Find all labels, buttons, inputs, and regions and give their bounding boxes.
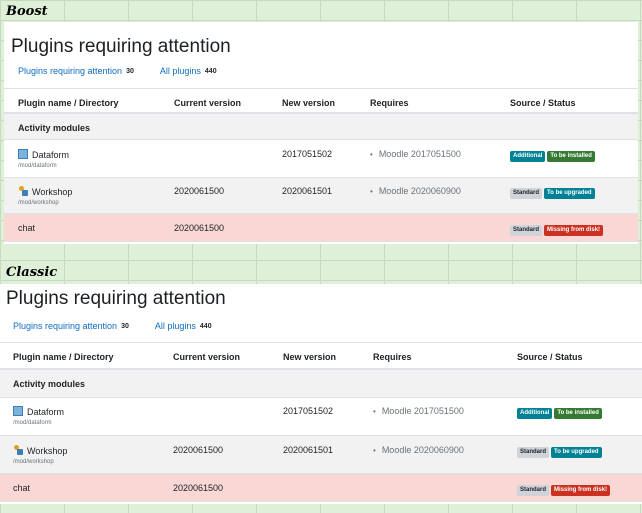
plugin-name: chat [13, 483, 31, 493]
nav-plugins-requiring-attention[interactable]: Plugins requiring attention [18, 66, 122, 76]
current-version: 2020061500 [174, 186, 225, 196]
status-badge: To be upgraded [544, 188, 595, 199]
table-row: Dataform /mod/dataform 2017051502 Moodle… [0, 398, 642, 436]
source-badge: Standard [510, 188, 543, 199]
section-label-boost: Boost [6, 4, 48, 19]
current-version: 2020061500 [173, 445, 224, 455]
col-requires[interactable]: Requires [373, 352, 412, 362]
col-plugin-name[interactable]: Plugin name / Directory [13, 352, 114, 362]
source-badge: Standard [517, 447, 550, 458]
new-version: 2020061501 [282, 186, 333, 196]
group-row: Activity modules [4, 114, 638, 140]
count-badge: 440 [204, 67, 217, 75]
table-row: Dataform /mod/dataform 2017051502 Moodle… [4, 140, 638, 178]
count-badge: 30 [126, 67, 134, 75]
table-row: Workshop /mod/workshop 2020061500 202006… [4, 178, 638, 214]
col-new-version[interactable]: New version [282, 98, 335, 108]
col-requires[interactable]: Requires [370, 98, 409, 108]
page-title: Plugins requiring attention [6, 288, 226, 309]
plugins-subnav: Plugins requiring attention 30 All plugi… [18, 66, 243, 76]
status-badge: Missing from disk! [544, 225, 604, 236]
status-badge: To be installed [547, 151, 595, 162]
dataform-icon [13, 406, 23, 416]
classic-panel: Plugins requiring attention Plugins requ… [0, 284, 642, 504]
source-badge: Additional [517, 408, 553, 419]
table-row: Workshop /mod/workshop 2020061500 202006… [0, 436, 642, 474]
col-source-status[interactable]: Source / Status [517, 352, 583, 362]
plugin-dir: /mod/dataform [18, 163, 57, 169]
requires: Moodle 2017051500 [373, 406, 464, 416]
workshop-icon [18, 186, 28, 196]
status-badge: Missing from disk! [551, 485, 611, 496]
table-header: Plugin name / Directory Current version … [0, 342, 642, 370]
new-version: 2017051502 [283, 406, 334, 416]
source-badge: Standard [510, 225, 543, 236]
plugin-dir: /mod/workshop [13, 459, 54, 465]
plugins-subnav: Plugins requiring attention 30 All plugi… [13, 321, 238, 331]
plugin-dir: /mod/dataform [13, 420, 52, 426]
plugin-name: Dataform [27, 407, 65, 417]
new-version: 2020061501 [283, 445, 334, 455]
col-current-version[interactable]: Current version [173, 352, 240, 362]
plugin-name: Dataform [32, 150, 70, 160]
group-row: Activity modules [0, 370, 642, 398]
table-row: chat 2020061500 Standard Missing from dis… [0, 474, 642, 502]
source-badge: Additional [510, 151, 546, 162]
plugin-dir: /mod/workshop [18, 200, 59, 206]
table-row: chat 2020061500 Standard Missing from dis… [4, 214, 638, 242]
current-version: 2020061500 [174, 223, 225, 233]
dataform-icon [18, 149, 28, 159]
current-version: 2020061500 [173, 483, 224, 493]
workshop-icon [13, 445, 23, 455]
section-label-classic: Classic [6, 265, 58, 280]
new-version: 2017051502 [282, 149, 333, 159]
requires: Moodle 2017051500 [370, 149, 461, 159]
source-badge: Standard [517, 485, 550, 496]
boost-panel: Plugins requiring attention Plugins requ… [4, 22, 638, 244]
page-title: Plugins requiring attention [11, 36, 231, 57]
count-badge: 440 [199, 322, 212, 330]
table-header: Plugin name / Directory Current version … [4, 88, 638, 114]
group-label: Activity modules [13, 379, 86, 389]
status-badge: To be upgraded [551, 447, 602, 458]
plugin-name: Workshop [32, 187, 73, 197]
col-new-version[interactable]: New version [283, 352, 336, 362]
nav-plugins-requiring-attention[interactable]: Plugins requiring attention [13, 321, 117, 331]
plugin-name: chat [18, 223, 36, 233]
requires: Moodle 2020060900 [373, 445, 464, 455]
nav-all-plugins[interactable]: All plugins [160, 66, 201, 76]
nav-all-plugins[interactable]: All plugins [155, 321, 196, 331]
col-current-version[interactable]: Current version [174, 98, 241, 108]
count-badge: 30 [121, 322, 129, 330]
group-label: Activity modules [18, 123, 91, 133]
requires: Moodle 2020060900 [370, 186, 461, 196]
status-badge: To be installed [554, 408, 602, 419]
col-plugin-name[interactable]: Plugin name / Directory [18, 98, 119, 108]
col-source-status[interactable]: Source / Status [510, 98, 576, 108]
plugin-name: Workshop [27, 446, 68, 456]
